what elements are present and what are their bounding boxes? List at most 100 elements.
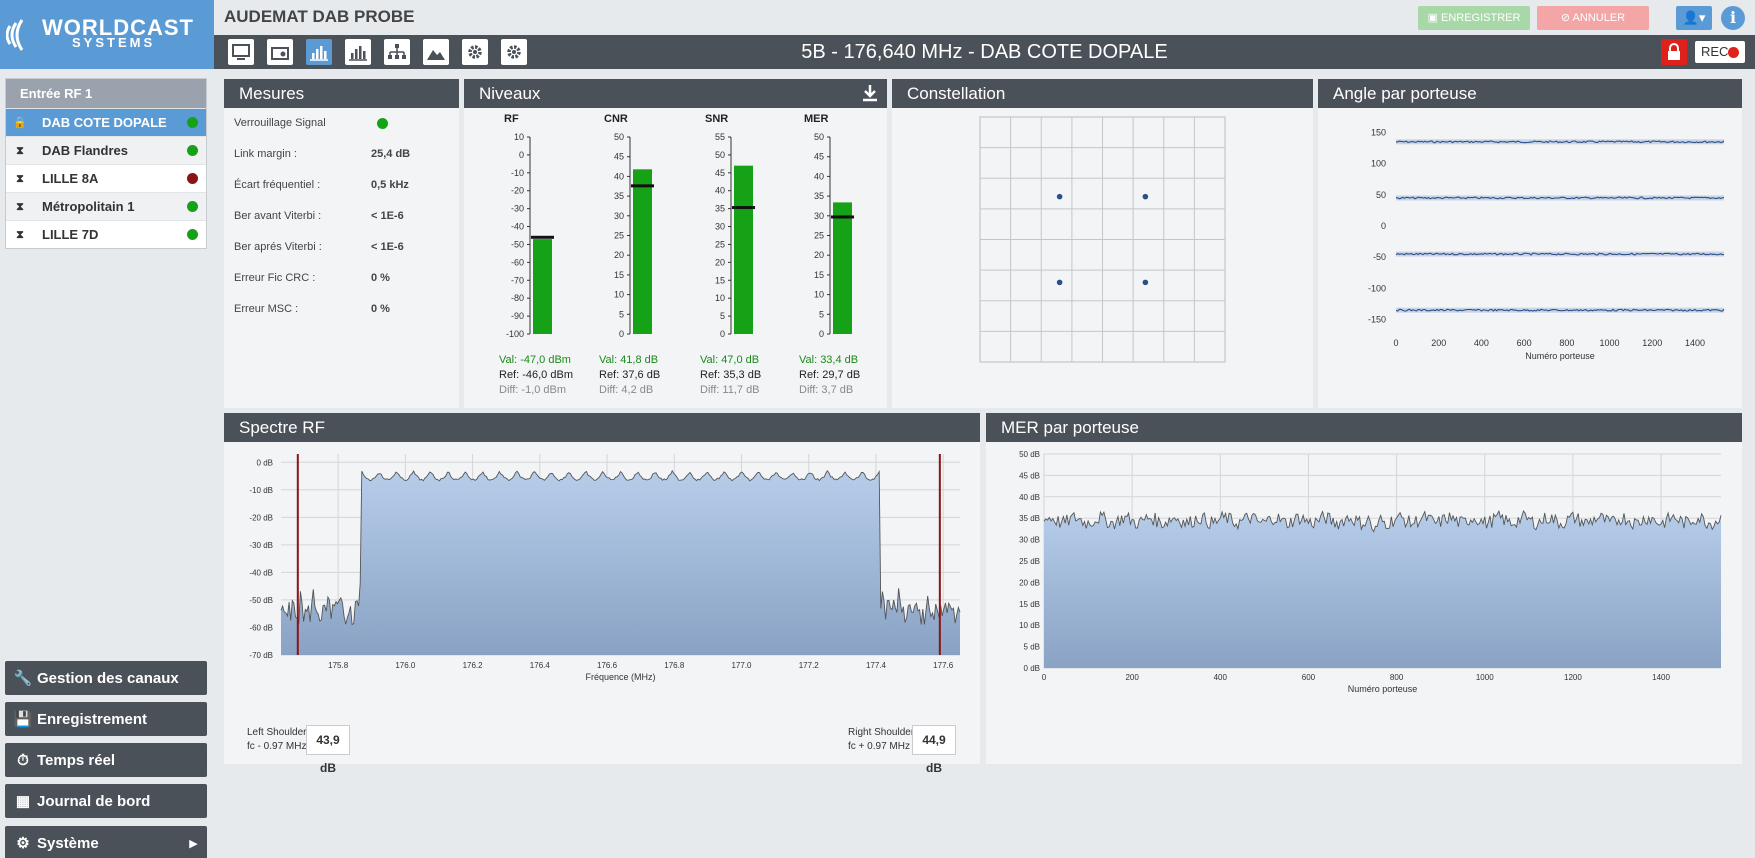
mer-chart: 50 dB 45 dB 40 dB 35 dB 30 dB 25 dB 20 dB 15 dB… [1019, 450, 1722, 694]
nav-save-button[interactable]: 💾 Enregistrement [5, 702, 207, 736]
channel-item[interactable]: ⧗ Métropolitain 1 [6, 192, 206, 220]
measure-value: 0,5 kHz [371, 179, 409, 191]
hourglass-icon: ⧗ [16, 144, 24, 157]
clock-icon: ⏱ [17, 751, 29, 769]
channel-item[interactable]: ⧗ LILLE 7D [6, 220, 206, 248]
meter-title: SNR [705, 113, 728, 125]
meter-tick-label: 0 [619, 329, 624, 339]
lock-toggle-button[interactable] [1661, 39, 1687, 65]
meter-ref: Ref: 29,7 dB [799, 369, 861, 381]
left-shoulder-label: Left Shoulder fc - 0.97 MHz [247, 727, 307, 752]
gear-icon[interactable] [462, 39, 488, 65]
histogram-icon[interactable] [345, 39, 371, 65]
y-tick-label: 5 dB [1024, 643, 1040, 652]
meter-tick-label: -100 [506, 329, 524, 339]
mer-area [1044, 511, 1721, 668]
channel-status-dot [187, 117, 198, 128]
brand-line1: WORLDCAST [42, 14, 194, 40]
monitor-icon[interactable] [228, 39, 254, 65]
meter-tick-label: 40 [814, 171, 824, 181]
y-tick-label: -10 dB [249, 486, 273, 495]
gear-icon: ⚙ [16, 835, 30, 852]
x-tick-label: 176.6 [597, 661, 618, 670]
meter-tick-label: 50 [715, 150, 725, 160]
y-tick-label: 50 [1376, 190, 1386, 200]
nav-wrench-button[interactable]: 🔧 Gestion des canaux [5, 661, 207, 695]
channel-item[interactable]: ⧗ LILLE 8A [6, 164, 206, 192]
channel-item[interactable]: 🔒 DAB COTE DOPALE [6, 108, 206, 136]
channel-name: LILLE 8A [42, 170, 99, 186]
channel-status-dot [187, 173, 198, 184]
niveaux-title: Niveaux [464, 79, 887, 108]
measure-label: Écart fréquentiel : [234, 179, 321, 191]
calendar-icon: ▦ [15, 793, 31, 810]
channel-name: DAB COTE DOPALE [42, 114, 167, 130]
meter-tick-label: -50 [511, 239, 524, 249]
constellation-point [1142, 279, 1149, 286]
user-menu-button[interactable]: 👤▾ [1676, 6, 1712, 30]
landscape-icon[interactable] [423, 39, 449, 65]
meter-tick-label: -40 [511, 222, 524, 232]
y-tick-label: -30 dB [249, 541, 273, 550]
worldcast-logo-icon [6, 18, 24, 51]
record-icon [1728, 47, 1739, 58]
user-icon: 👤▾ [1682, 10, 1706, 25]
meter-tick-label: 25 [715, 239, 725, 249]
channel-group-title: Entrée RF 1 [6, 79, 206, 108]
meter-tick-label: 0 [720, 329, 725, 339]
settings-icon[interactable] [501, 39, 527, 65]
meter-title: CNR [604, 113, 628, 125]
record-button[interactable]: REC [1695, 41, 1745, 63]
measure-label: Ber avant Viterbi : [234, 210, 322, 222]
channel-name: Métropolitain 1 [42, 198, 135, 214]
x-axis-label: Numéro porteuse [1348, 684, 1418, 694]
x-tick-label: 176.4 [530, 661, 551, 670]
constellation-point [1056, 279, 1063, 286]
x-tick-label: 800 [1559, 338, 1574, 348]
constellation-title: Constellation [892, 79, 1313, 108]
meter-tick-label: 35 [814, 191, 824, 201]
constellation-point [1142, 193, 1149, 200]
nav-calendar-button[interactable]: ▦ Journal de bord [5, 784, 207, 818]
radio-icon[interactable] [267, 39, 293, 65]
channel-name: LILLE 7D [42, 226, 99, 242]
meter-tick-label: 10 [514, 132, 524, 142]
info-icon[interactable]: i [1721, 6, 1745, 30]
download-icon[interactable] [861, 84, 879, 102]
angle-chart: 150 100 50 0 -50 -100 -150 0 200 400 600 800 1000 120… [1368, 120, 1725, 361]
y-tick-label: 45 dB [1019, 471, 1040, 480]
x-tick-label: 400 [1214, 673, 1228, 682]
meter-tick-label: 35 [715, 204, 725, 214]
meter-diff: Diff: 4,2 dB [599, 384, 654, 396]
nav-label: Temps réel [37, 751, 116, 769]
x-tick-label: 200 [1125, 673, 1139, 682]
cancel-button[interactable]: ⊘ ANNULER [1537, 6, 1649, 30]
meter-tick-label: -70 [511, 275, 524, 285]
meter-info: Val: -47,0 dBm Ref: -46,0 dBm Diff: -1,0 d… [499, 353, 573, 398]
measure-value: 0 % [371, 303, 390, 315]
x-tick-label: 1000 [1476, 673, 1494, 682]
meter-tick-label: -60 [511, 257, 524, 267]
nav-gear-button[interactable]: ⚙ Système ▸ [5, 826, 207, 858]
y-tick-label: 0 [1381, 221, 1386, 231]
hourglass-icon: ⧗ [16, 172, 24, 185]
mesures-panel: Mesures Verrouillage Signal Link margin :… [224, 79, 459, 408]
channel-item[interactable]: ⧗ DAB Flandres [6, 136, 206, 164]
meter-tick-label: 5 [619, 309, 624, 319]
x-tick-label: 176.0 [395, 661, 416, 670]
meter-tick-label: 10 [614, 290, 624, 300]
sitemap-icon[interactable] [384, 39, 410, 65]
save-button[interactable]: ▣ ENREGISTRER [1418, 6, 1530, 30]
bar-chart-icon[interactable] [306, 39, 332, 65]
meter-tick-label: 30 [715, 222, 725, 232]
y-tick-label: 40 dB [1019, 493, 1040, 502]
x-tick-label: 1200 [1642, 338, 1662, 348]
nav-clock-button[interactable]: ⏱ Temps réel [5, 743, 207, 777]
x-tick-label: 1000 [1600, 338, 1620, 348]
measure-label: Ber aprés Viterbi : [234, 241, 322, 253]
meter-ref: Ref: 37,6 dB [599, 369, 661, 381]
meter-tick-label: 5 [819, 309, 824, 319]
measure-label: Link margin : [234, 148, 297, 160]
cancel-icon: ⊘ [1560, 12, 1573, 24]
x-tick-label: 176.8 [664, 661, 685, 670]
